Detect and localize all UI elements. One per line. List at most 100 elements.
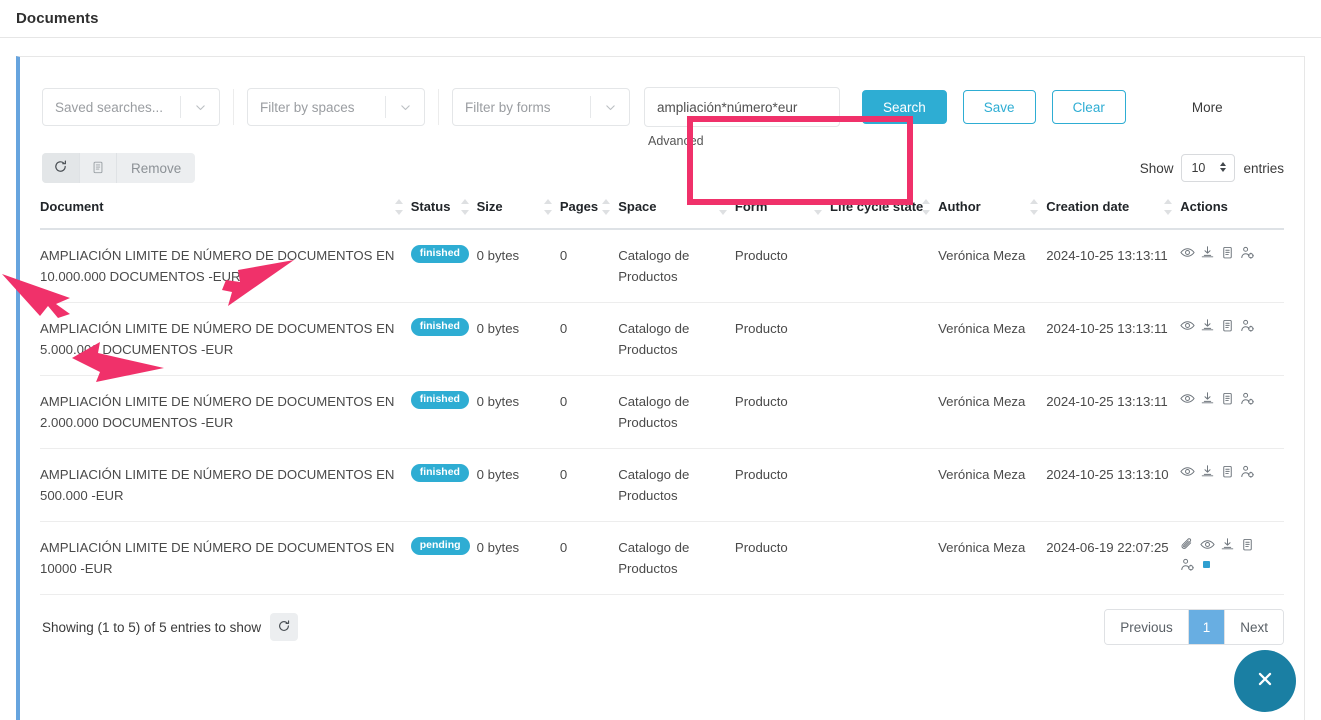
table-row[interactable]: AMPLIACIÓN LIMITE DE NÚMERO DE DOCUMENTO… [40,303,1284,376]
clipboard-icon[interactable] [1240,537,1255,552]
cell-form: Producto [735,229,830,303]
cell-actions [1180,522,1284,595]
entries-value: 10 [1191,161,1205,175]
download-icon[interactable] [1200,245,1215,260]
download-icon[interactable] [1200,391,1215,406]
cell-document[interactable]: AMPLIACIÓN LIMITE DE NÚMERO DE DOCUMENTO… [40,376,411,449]
footer-refresh-button[interactable] [270,613,298,641]
cell-author: Verónica Meza [938,522,1046,595]
download-icon[interactable] [1200,318,1215,333]
search-input[interactable] [644,87,840,127]
remove-button[interactable]: Remove [117,153,195,183]
table-row[interactable]: AMPLIACIÓN LIMITE DE NÚMERO DE DOCUMENTO… [40,229,1284,303]
cell-author: Verónica Meza [938,376,1046,449]
sort-icon[interactable] [814,199,822,215]
eye-icon[interactable] [1180,318,1195,333]
refresh-icon [53,159,68,177]
column-header-actions: Actions [1180,197,1284,229]
table-footer: Showing (1 to 5) of 5 entries to show Pr… [20,595,1304,645]
user-settings-icon[interactable] [1180,557,1195,572]
advanced-link[interactable]: Advanced [648,134,704,148]
eye-icon[interactable] [1180,245,1195,260]
status-dot [1203,561,1210,568]
clipboard-icon[interactable] [1220,464,1235,479]
user-settings-icon[interactable] [1240,245,1255,260]
header-label: Document [40,199,104,214]
filter-by-spaces-select[interactable]: Filter by spaces [247,88,425,126]
pagination-next[interactable]: Next [1225,610,1283,644]
download-icon[interactable] [1220,537,1235,552]
chevron-down-icon[interactable] [591,101,629,114]
cell-life-cycle-state [830,522,938,595]
cell-form: Producto [735,449,830,522]
filter-by-forms-select[interactable]: Filter by forms [452,88,630,126]
panel-wrapper: Saved searches... Filter by spaces Filte… [0,38,1321,720]
cell-space: Catalogo de Productos [618,522,735,595]
pagination-previous[interactable]: Previous [1105,610,1189,644]
clipboard-icon[interactable] [1220,245,1235,260]
sort-icon[interactable] [1030,199,1038,215]
documents-table: Document Status Size Pages Space Form Li… [40,197,1284,595]
search-button[interactable]: Search [862,90,947,124]
cell-form: Producto [735,303,830,376]
table-row[interactable]: AMPLIACIÓN LIMITE DE NÚMERO DE DOCUMENTO… [40,522,1284,595]
clear-button[interactable]: Clear [1052,90,1126,124]
user-settings-icon[interactable] [1240,318,1255,333]
cell-document[interactable]: AMPLIACIÓN LIMITE DE NÚMERO DE DOCUMENTO… [40,449,411,522]
sort-icon[interactable] [395,199,403,215]
table-row[interactable]: AMPLIACIÓN LIMITE DE NÚMERO DE DOCUMENTO… [40,449,1284,522]
cell-status: finished [411,376,477,449]
eye-icon[interactable] [1180,391,1195,406]
paperclip-icon[interactable] [1180,537,1195,552]
chevron-down-icon[interactable] [386,101,424,114]
column-header-size[interactable]: Size [477,197,560,229]
clipboard-button[interactable] [80,153,117,183]
save-button[interactable]: Save [963,90,1036,124]
sort-icon[interactable] [922,199,930,215]
cell-form: Producto [735,376,830,449]
cell-size: 0 bytes [477,376,560,449]
close-floating-button[interactable] [1234,650,1296,712]
column-header-form[interactable]: Form [735,197,830,229]
column-header-status[interactable]: Status [411,197,477,229]
chevron-down-icon[interactable] [181,101,219,114]
sort-icon[interactable] [1164,199,1172,215]
cell-document[interactable]: AMPLIACIÓN LIMITE DE NÚMERO DE DOCUMENTO… [40,229,411,303]
download-icon[interactable] [1200,464,1215,479]
more-button[interactable]: More [1192,100,1223,115]
cell-actions [1180,376,1284,449]
clipboard-icon[interactable] [1220,391,1235,406]
entries-select[interactable]: 10 [1181,154,1235,182]
action-icons [1180,537,1272,572]
cell-actions [1180,303,1284,376]
cell-document[interactable]: AMPLIACIÓN LIMITE DE NÚMERO DE DOCUMENTO… [40,522,411,595]
user-settings-icon[interactable] [1240,391,1255,406]
pagination: Previous 1 Next [1104,609,1284,645]
header-label: Form [735,199,768,214]
column-header-author[interactable]: Author [938,197,1046,229]
sort-icon[interactable] [719,199,727,215]
column-header-document[interactable]: Document [40,197,411,229]
cell-creation-date: 2024-10-25 13:13:10 [1046,449,1180,522]
user-settings-icon[interactable] [1240,464,1255,479]
cell-actions [1180,229,1284,303]
showing-entries-text: Showing (1 to 5) of 5 entries to show [42,613,298,641]
column-header-pages[interactable]: Pages [560,197,618,229]
cell-space: Catalogo de Productos [618,376,735,449]
pagination-page-1[interactable]: 1 [1189,610,1226,644]
refresh-button[interactable] [42,153,80,183]
saved-searches-select[interactable]: Saved searches... [42,88,220,126]
column-header-creation-date[interactable]: Creation date [1046,197,1180,229]
cell-document[interactable]: AMPLIACIÓN LIMITE DE NÚMERO DE DOCUMENTO… [40,303,411,376]
status-badge: finished [411,464,469,482]
eye-icon[interactable] [1180,464,1195,479]
column-header-space[interactable]: Space [618,197,735,229]
sort-icon[interactable] [602,199,610,215]
header-label: Pages [560,199,598,214]
clipboard-icon[interactable] [1220,318,1235,333]
eye-icon[interactable] [1200,537,1215,552]
column-header-life-cycle-state[interactable]: Life cycle state [830,197,938,229]
sort-icon[interactable] [544,199,552,215]
table-row[interactable]: AMPLIACIÓN LIMITE DE NÚMERO DE DOCUMENTO… [40,376,1284,449]
sort-icon[interactable] [461,199,469,215]
